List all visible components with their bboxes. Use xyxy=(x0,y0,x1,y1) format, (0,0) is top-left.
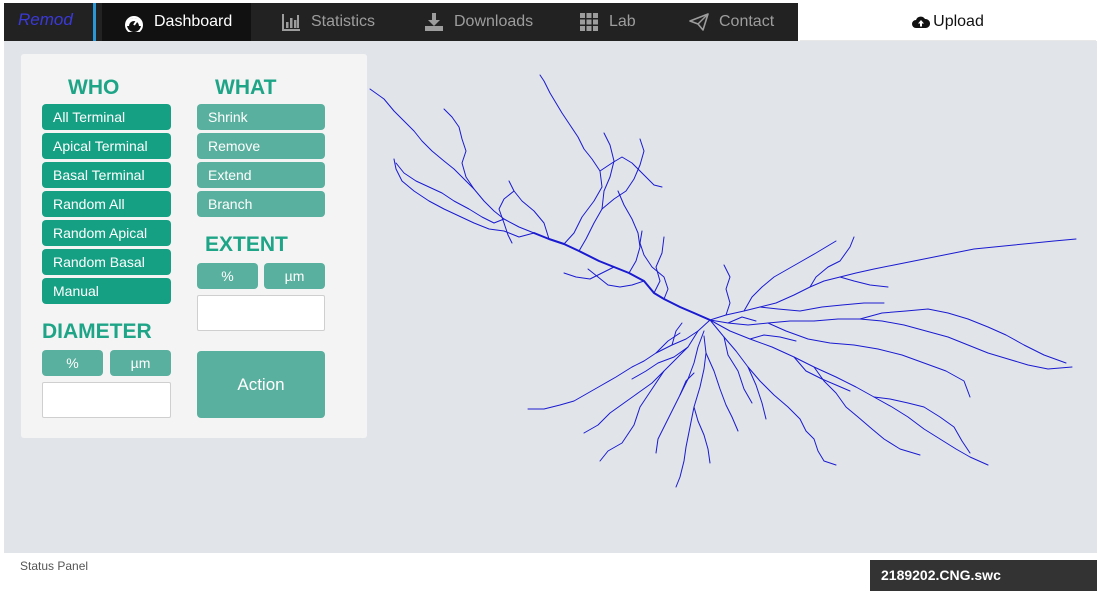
what-extend-button[interactable]: Extend xyxy=(197,162,325,188)
download-icon xyxy=(424,12,444,32)
status-panel-label: Status Panel xyxy=(20,559,89,573)
nav-lab-label: Lab xyxy=(609,13,636,30)
control-panel: WHO All Terminal Apical Terminal Basal T… xyxy=(21,54,367,438)
nav-contact[interactable]: Contact xyxy=(689,3,774,41)
who-all-terminal-button[interactable]: All Terminal xyxy=(42,104,171,130)
diameter-input[interactable] xyxy=(42,382,171,418)
paper-plane-icon xyxy=(689,12,709,32)
upload-button[interactable]: Upload xyxy=(800,3,1096,41)
what-branch-button[interactable]: Branch xyxy=(197,191,325,217)
nav-contact-label: Contact xyxy=(719,13,775,30)
what-shrink-button[interactable]: Shrink xyxy=(197,104,325,130)
workspace: WHO All Terminal Apical Terminal Basal T… xyxy=(4,41,1097,553)
action-button[interactable]: Action xyxy=(197,351,325,418)
file-name-badge: 2189202.CNG.swc xyxy=(870,560,1097,591)
nav-lab[interactable]: Lab xyxy=(579,3,636,41)
what-title: WHAT xyxy=(215,76,277,99)
who-random-basal-button[interactable]: Random Basal xyxy=(42,249,171,275)
nav-dashboard[interactable]: Dashboard xyxy=(102,3,251,41)
bar-chart-icon xyxy=(281,12,301,32)
who-random-all-button[interactable]: Random All xyxy=(42,191,171,217)
who-random-apical-button[interactable]: Random Apical xyxy=(42,220,171,246)
who-basal-terminal-button[interactable]: Basal Terminal xyxy=(42,162,171,188)
who-manual-button[interactable]: Manual xyxy=(42,278,171,304)
nav-dashboard-label: Dashboard xyxy=(154,13,233,30)
grid-icon xyxy=(579,12,599,32)
diameter-title: DIAMETER xyxy=(42,320,152,343)
upload-label: Upload xyxy=(933,12,984,30)
cloud-upload-icon xyxy=(912,14,931,30)
dashboard-icon xyxy=(124,12,144,32)
who-title: WHO xyxy=(68,76,120,99)
extent-percent-button[interactable]: % xyxy=(197,263,258,289)
who-apical-terminal-button[interactable]: Apical Terminal xyxy=(42,133,171,159)
brand-logo[interactable]: Remod xyxy=(8,3,96,41)
nav-downloads[interactable]: Downloads xyxy=(424,3,533,41)
diameter-percent-button[interactable]: % xyxy=(42,350,103,376)
extent-micron-button[interactable]: µm xyxy=(264,263,325,289)
nav-statistics-label: Statistics xyxy=(311,13,376,30)
what-remove-button[interactable]: Remove xyxy=(197,133,325,159)
navbar: Remod Dashboard Statistics Downloads Lab… xyxy=(4,3,798,41)
nav-statistics[interactable]: Statistics xyxy=(281,3,375,41)
diameter-micron-button[interactable]: µm xyxy=(110,350,171,376)
extent-title: EXTENT xyxy=(205,233,288,256)
extent-input[interactable] xyxy=(197,295,325,331)
nav-downloads-label: Downloads xyxy=(454,13,534,30)
